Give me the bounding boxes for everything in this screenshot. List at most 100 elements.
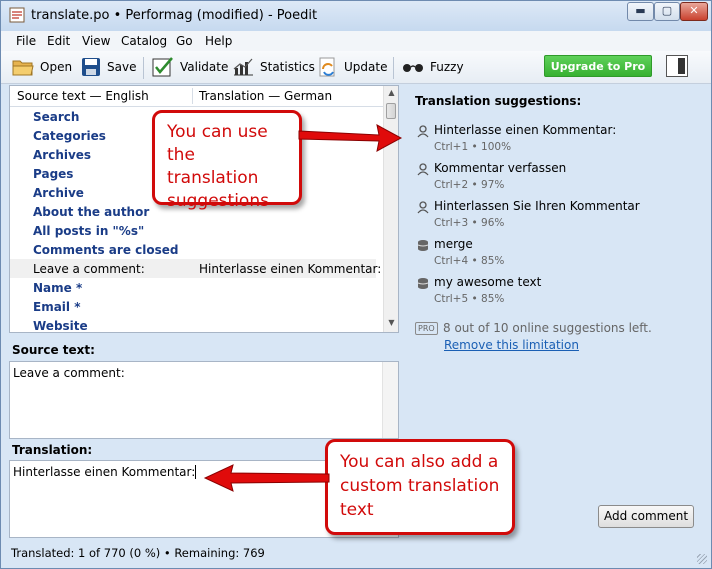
- suggestion-text: Kommentar verfassen: [434, 161, 567, 175]
- list-row[interactable]: Comments are closed: [10, 240, 376, 259]
- database-icon: [417, 239, 429, 255]
- column-source-header[interactable]: Source text — English: [17, 89, 149, 103]
- list-row[interactable]: Email *: [10, 297, 376, 316]
- update-label: Update: [344, 60, 388, 74]
- save-button[interactable]: Save: [81, 55, 136, 79]
- arrow-left-icon: [203, 464, 330, 492]
- online-suggestions-count: 8 out of 10 online suggestions left.: [443, 321, 652, 335]
- suggestion-item[interactable]: Hinterlasse einen Kommentar: Ctrl+1 • 100…: [416, 123, 696, 161]
- suggestion-shortcut-score: Ctrl+3 • 96%: [434, 217, 505, 229]
- title-bar: translate.po • Performag (modified) - Po…: [1, 1, 711, 31]
- column-translation-header[interactable]: Translation — German: [199, 89, 332, 103]
- row-source-text: Name *: [33, 281, 83, 295]
- add-comment-button[interactable]: Add comment: [598, 505, 694, 528]
- list-row[interactable]: Website: [10, 316, 376, 333]
- close-button[interactable]: ✕: [680, 2, 708, 21]
- person-icon: [417, 201, 429, 217]
- toolbar-divider: [143, 57, 144, 79]
- chart-icon: [233, 58, 253, 76]
- open-label: Open: [40, 60, 73, 74]
- suggestion-shortcut-score: Ctrl+2 • 97%: [434, 179, 505, 191]
- pro-badge: PRO: [415, 322, 438, 335]
- source-text-value: Leave a comment:: [13, 366, 125, 380]
- database-icon: [417, 277, 429, 293]
- folder-icon: [12, 60, 34, 76]
- row-source-text: Leave a comment:: [33, 262, 145, 276]
- list-row[interactable]: All posts in "%s": [10, 221, 376, 240]
- row-source-text: Website: [33, 319, 88, 333]
- validate-button[interactable]: Validate: [152, 55, 228, 79]
- menu-edit[interactable]: Edit: [47, 34, 70, 48]
- checkmark-icon: [152, 57, 173, 77]
- scroll-down-arrow-icon[interactable]: ▼: [384, 318, 398, 330]
- poedit-app-icon: [9, 7, 25, 23]
- suggestion-item[interactable]: merge Ctrl+4 • 85%: [416, 237, 696, 275]
- suggestion-shortcut-score: Ctrl+1 • 100%: [434, 141, 512, 153]
- row-source-text: Archives: [33, 148, 92, 162]
- toolbar-divider: [393, 57, 394, 79]
- statistics-label: Statistics: [260, 60, 315, 74]
- person-icon: [417, 125, 429, 141]
- statistics-button[interactable]: Statistics: [232, 55, 315, 79]
- suggestion-shortcut-score: Ctrl+4 • 85%: [434, 255, 505, 267]
- maximize-button[interactable]: ▢: [654, 2, 680, 21]
- callout-bottom: You can also add a custom translation te…: [325, 439, 515, 535]
- row-source-text: Archive: [33, 186, 84, 200]
- validate-label: Validate: [180, 60, 229, 74]
- update-button[interactable]: Update: [318, 55, 387, 79]
- menu-go[interactable]: Go: [176, 34, 193, 48]
- row-source-text: Email *: [33, 300, 81, 314]
- window-title: translate.po • Performag (modified) - Po…: [31, 8, 318, 23]
- fuzzy-button[interactable]: Fuzzy: [402, 55, 464, 79]
- suggestion-text: merge: [434, 237, 473, 251]
- menu-view[interactable]: View: [82, 34, 110, 48]
- suggestion-text: Hinterlassen Sie Ihren Kommentar: [434, 199, 640, 213]
- row-source-text: Comments are closed: [33, 243, 179, 257]
- update-icon: [319, 57, 335, 77]
- suggestion-item[interactable]: my awesome text Ctrl+5 • 85%: [416, 275, 696, 313]
- status-text: Translated: 1 of 770 (0 %) • Remaining: …: [11, 546, 265, 560]
- row-source-text: Pages: [33, 167, 74, 181]
- row-source-text: About the author: [33, 205, 150, 219]
- scroll-up-arrow-icon[interactable]: ▲: [384, 88, 398, 100]
- person-icon: [417, 163, 429, 179]
- column-divider: [192, 88, 193, 104]
- suggestion-item[interactable]: Hinterlassen Sie Ihren Kommentar Ctrl+3 •…: [416, 199, 696, 237]
- glasses-icon: [403, 64, 423, 72]
- list-row[interactable]: Leave a comment: Hinterlasse einen Kommen…: [10, 259, 381, 278]
- menu-file[interactable]: File: [16, 34, 36, 48]
- suggestion-item[interactable]: Kommentar verfassen Ctrl+2 • 97%: [416, 161, 696, 199]
- remove-limitation-link[interactable]: Remove this limitation: [444, 338, 579, 352]
- row-translation-text: Hinterlasse einen Kommentar:: [199, 262, 382, 276]
- menu-help[interactable]: Help: [205, 34, 232, 48]
- menu-bar: File Edit View Catalog Go Help: [1, 31, 711, 51]
- floppy-disk-icon: [82, 58, 100, 76]
- resize-grip[interactable]: [697, 554, 707, 564]
- callout-top: You can use the translation suggestions: [152, 110, 302, 211]
- suggestion-text: Hinterlasse einen Kommentar:: [434, 123, 617, 137]
- minimize-button[interactable]: ▬: [627, 2, 654, 21]
- list-header: Source text — English Translation — Germ…: [10, 86, 383, 107]
- status-bar: Translated: 1 of 770 (0 %) • Remaining: …: [1, 539, 711, 568]
- list-row[interactable]: Name *: [10, 278, 376, 297]
- translation-text-value: Hinterlasse einen Kommentar:: [13, 465, 196, 479]
- menu-catalog[interactable]: Catalog: [121, 34, 167, 48]
- fuzzy-label: Fuzzy: [430, 60, 464, 74]
- row-source-text: Categories: [33, 129, 106, 143]
- suggestions-title: Translation suggestions:: [415, 94, 582, 108]
- open-button[interactable]: Open: [12, 55, 72, 79]
- source-text-label: Source text:: [12, 343, 95, 357]
- source-text-scrollbar[interactable]: [382, 362, 398, 438]
- text-cursor: [195, 465, 197, 479]
- upgrade-to-pro-button[interactable]: Upgrade to Pro: [544, 55, 652, 77]
- row-source-text: All posts in "%s": [33, 224, 145, 238]
- scroll-thumb[interactable]: [386, 103, 396, 119]
- app-window: translate.po • Performag (modified) - Po…: [0, 0, 712, 569]
- source-text-box: Leave a comment:: [9, 361, 399, 439]
- translation-label: Translation:: [12, 443, 93, 457]
- save-label: Save: [107, 60, 137, 74]
- arrow-right-icon: [298, 124, 403, 152]
- sidebar-toggle-icon[interactable]: [666, 55, 688, 77]
- suggestion-shortcut-score: Ctrl+5 • 85%: [434, 293, 505, 305]
- suggestion-text: my awesome text: [434, 275, 542, 289]
